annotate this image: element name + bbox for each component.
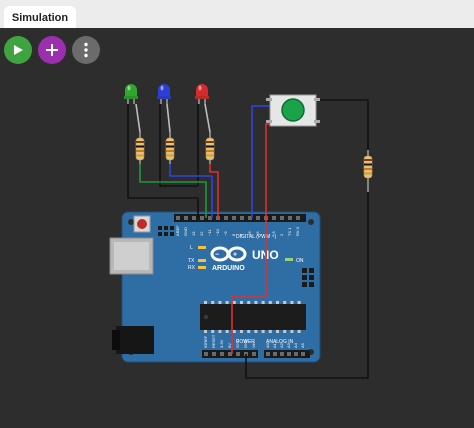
arduino-uno-board[interactable]: − + ARDUINO UNO DIGITAL (PWM ~) ANALOG I… bbox=[109, 211, 321, 363]
power-pin-label: Vin bbox=[251, 342, 256, 348]
atmega-chip bbox=[200, 304, 306, 330]
plus-icon bbox=[46, 44, 58, 56]
pin-label: GND bbox=[183, 227, 188, 236]
power-pin-label: 3.3V bbox=[219, 339, 224, 348]
pin-label: ~3 bbox=[271, 231, 276, 236]
pin-label: AREF bbox=[175, 225, 180, 236]
analog-pin-label: A0 bbox=[265, 342, 270, 348]
rx-label: RX bbox=[188, 265, 196, 271]
pin-label: 12 bbox=[199, 231, 204, 236]
pin-label: TX 1 bbox=[287, 227, 292, 236]
analog-pin-label: A5 bbox=[300, 342, 305, 348]
tab-bar: Simulation bbox=[0, 0, 474, 29]
svg-text:+: + bbox=[233, 252, 237, 259]
pushbutton-cap[interactable] bbox=[281, 98, 305, 122]
add-part-button[interactable] bbox=[38, 36, 66, 64]
analog-pin-label: A1 bbox=[272, 342, 277, 348]
tx-label: TX bbox=[188, 258, 195, 264]
svg-text:−: − bbox=[215, 252, 219, 259]
analog-pin-label: A3 bbox=[286, 342, 291, 348]
analog-pin-label: A2 bbox=[279, 342, 284, 348]
l-label: L bbox=[190, 245, 193, 251]
pin-label: ~5 bbox=[255, 231, 260, 236]
brand-label: ARDUINO bbox=[212, 265, 245, 272]
power-jack bbox=[116, 326, 154, 354]
pin-label: 13 bbox=[191, 231, 196, 236]
pin-label: ~6 bbox=[247, 231, 252, 236]
model-label: UNO bbox=[252, 248, 279, 262]
power-pin-label: IOREF bbox=[203, 335, 208, 348]
more-options-button[interactable] bbox=[72, 36, 100, 64]
tab-simulation[interactable]: Simulation bbox=[4, 6, 76, 29]
power-pin-label: GND bbox=[243, 339, 248, 348]
on-label: ON bbox=[296, 258, 304, 264]
simulator-app: Simulation − + ARDUINO UNO DIGITAL (PWM … bbox=[0, 0, 474, 428]
analog-pin-label: A4 bbox=[293, 342, 298, 348]
start-simulation-button[interactable] bbox=[4, 36, 32, 64]
pin-label: ~10 bbox=[215, 228, 220, 236]
pin-label: ~9 bbox=[223, 231, 228, 236]
pin-label: ~11 bbox=[207, 229, 212, 236]
power-pin-label: RESET bbox=[211, 334, 216, 348]
pushbutton[interactable] bbox=[266, 94, 320, 127]
play-icon bbox=[14, 45, 23, 55]
power-pin-label: GND bbox=[235, 339, 240, 348]
pin-label: RX 0 bbox=[295, 226, 300, 236]
more-vertical-icon bbox=[84, 42, 88, 58]
power-pin-label: 5V bbox=[227, 343, 232, 348]
